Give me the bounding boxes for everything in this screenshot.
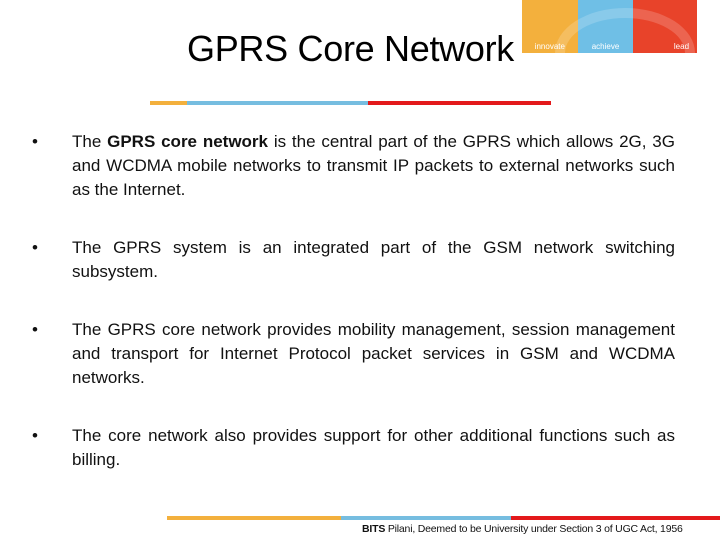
bullet-item: • The GPRS system is an integrated part … bbox=[30, 236, 675, 284]
footer-caption: Pilani, Deemed to be University under Se… bbox=[385, 523, 683, 535]
footer-rule-orange bbox=[167, 516, 341, 520]
bullet-item: • The GPRS core network provides mobilit… bbox=[30, 318, 675, 390]
bullet-prefix: The bbox=[72, 132, 108, 151]
bullet-list: • The GPRS core network is the central p… bbox=[30, 130, 675, 506]
bullet-text: The GPRS system is an integrated part of… bbox=[72, 238, 675, 281]
footer-text: BITS Pilani, Deemed to be University und… bbox=[362, 523, 683, 535]
bullet-icon: • bbox=[32, 426, 38, 445]
bullet-item: • The GPRS core network is the central p… bbox=[30, 130, 675, 202]
footer-rule-red bbox=[511, 516, 720, 520]
bullet-icon: • bbox=[32, 320, 38, 339]
bullet-icon: • bbox=[32, 238, 38, 257]
bullet-text: The GPRS core network provides mobility … bbox=[72, 320, 675, 387]
bullet-text: The core network also provides support f… bbox=[72, 426, 675, 469]
slide-title: GPRS Core Network bbox=[187, 28, 514, 69]
title-underline-red bbox=[368, 101, 551, 105]
bullet-item: • The core network also provides support… bbox=[30, 424, 675, 472]
title-underline-blue bbox=[187, 101, 368, 105]
bullet-bold-term: GPRS core network bbox=[107, 132, 269, 151]
title-underline-orange bbox=[150, 101, 187, 105]
footer-rule-blue bbox=[341, 516, 511, 520]
footer-institution: BITS bbox=[362, 523, 386, 535]
bullet-text: The GPRS core network is the central par… bbox=[72, 130, 675, 202]
bullet-icon: • bbox=[32, 132, 38, 151]
gear-icon bbox=[555, 8, 695, 58]
